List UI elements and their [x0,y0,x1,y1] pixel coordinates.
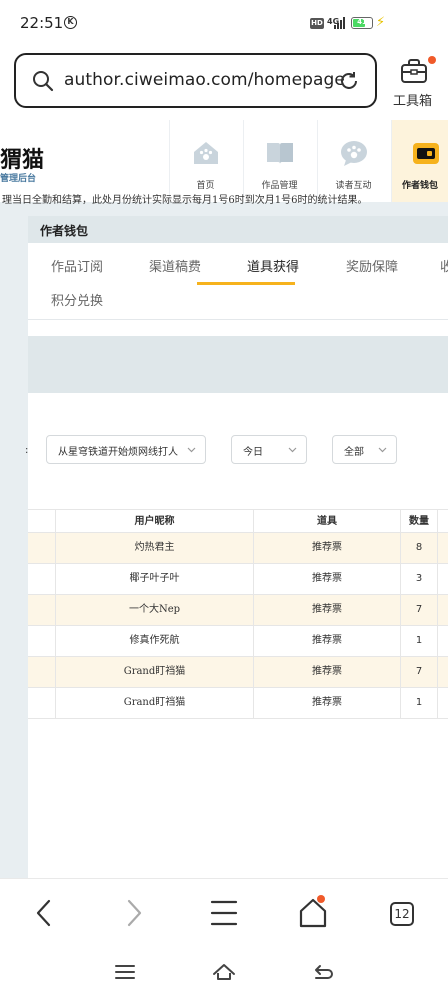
paw-chat-icon [341,141,367,166]
tabs-button[interactable]: 12 [382,897,422,929]
info-band [28,336,448,393]
cell-item: 推荐票 [253,595,400,625]
panel-header: 作者钱包 [28,216,448,243]
nav-wallet[interactable]: 作者钱包 [391,120,448,202]
toolbox-icon [401,59,427,83]
cell-user: 灼热君主 [55,533,253,563]
tab-channel-fees[interactable]: 渠道稿费 [149,256,201,275]
cell-user: 椰子叶子叶 [55,564,253,594]
system-navigation-bar [0,948,448,999]
cell-count: 7 [400,595,437,625]
status-bar: 22:51 K HD 4G 41 ⚡ [0,0,448,50]
active-tab-indicator [197,282,295,285]
cell-item: 推荐票 [253,657,400,687]
toolbox-button[interactable]: 工具箱 [390,56,438,109]
nav-label: 作者钱包 [402,181,439,191]
tab-overflow[interactable]: 收 [440,256,448,275]
cell-user: 修真作死航 [55,626,253,656]
wallet-icon [413,143,439,164]
book-icon [267,143,293,164]
home-button[interactable] [293,895,333,929]
nav-home[interactable]: 首页 [169,120,241,202]
cell-count: 1 [400,626,437,656]
table-row: Grand盯裆猫 推荐票 7 [28,657,448,688]
address-bar[interactable]: author.ciweimao.com/homepage [14,53,377,108]
cell-item: 推荐票 [253,533,400,563]
nav-label: 首页 [196,181,215,191]
filter-label-fragment: : [25,445,29,456]
cell-count: 7 [400,657,437,687]
site-logo[interactable]: 猬猫 [0,142,44,174]
date-select-value: 今日 [243,447,263,458]
panel-title: 作者钱包 [40,224,89,238]
recent-apps-icon[interactable] [113,960,137,984]
header-item: 道具 [253,510,400,532]
k-notification-icon: K [64,16,77,29]
type-select[interactable]: 全部 [332,435,397,464]
system-back-icon[interactable] [311,960,335,984]
notification-dot [317,895,325,903]
toolbox-label: 工具箱 [393,94,433,109]
chevron-down-icon [187,447,196,453]
cell-user: Grand盯裆猫 [55,657,253,687]
paw-house-icon [194,142,218,164]
battery-level: 41 [357,18,367,26]
date-select[interactable]: 今日 [231,435,307,464]
book-select-value: 从星穹铁道开始烦网线打人 [58,447,178,458]
system-home-icon[interactable] [212,960,236,984]
chevron-down-icon [288,447,297,453]
type-select-value: 全部 [344,447,364,458]
charging-icon: ⚡ [376,15,386,30]
table-header-row: 用户昵称 道具 数量 [28,509,448,533]
back-icon[interactable] [24,897,64,929]
signal-icon [334,17,345,29]
table-row: 椰子叶子叶 推荐票 3 [28,564,448,595]
menu-icon[interactable] [204,897,244,929]
nav-label: 读者互动 [335,181,372,191]
header-user: 用户昵称 [55,510,253,532]
book-select[interactable]: 从星穹铁道开始烦网线打人 [46,435,206,464]
tab-rewards[interactable]: 奖励保障 [346,256,398,275]
cell-count: 1 [400,688,437,718]
tabs-divider [28,319,448,320]
cell-count: 3 [400,564,437,594]
table-row: Grand盯裆猫 推荐票 1 [28,688,448,719]
site-logo-subtitle: 管理后台 [0,174,37,184]
nav-readers[interactable]: 读者互动 [317,120,389,202]
cell-user: Grand盯裆猫 [55,688,253,718]
cell-count: 8 [400,533,437,563]
tab-subscriptions[interactable]: 作品订阅 [51,256,103,275]
home-icon [299,898,327,928]
tab-items-received[interactable]: 道具获得 [247,256,299,275]
nav-works[interactable]: 作品管理 [243,120,315,202]
nav-label: 作品管理 [261,181,298,191]
site-header: 猬猫 管理后台 首页 作品管理 读者互动 作者钱包 [0,120,448,202]
forward-icon[interactable] [114,897,154,929]
table-row: 灼热君主 推荐票 8 [28,533,448,564]
browser-bottom-nav: 12 [0,878,448,948]
search-icon [33,71,54,92]
chevron-down-icon [378,447,387,453]
table-row: 修真作死航 推荐票 1 [28,626,448,657]
header-count: 数量 [400,510,437,532]
battery-icon: 41 [351,17,373,29]
tabs-count: 12 [390,902,414,926]
statistics-notice: 理当日全勤和结算，此处月份统计实际显示每月1号6时到次月1号6时的统计结果。 [2,195,368,206]
reload-icon[interactable] [338,70,360,92]
notification-dot [428,56,436,64]
url-text[interactable]: author.ciweimao.com/homepage [64,70,345,90]
hd-icon: HD [310,18,324,29]
cell-item: 推荐票 [253,626,400,656]
cell-user: 一个大Nep [55,595,253,625]
table-row: 一个大Nep 推荐票 7 [28,595,448,626]
cell-item: 推荐票 [253,564,400,594]
cell-item: 推荐票 [253,688,400,718]
status-time: 22:51 [20,14,64,32]
tab-points-exchange[interactable]: 积分兑换 [51,290,103,309]
